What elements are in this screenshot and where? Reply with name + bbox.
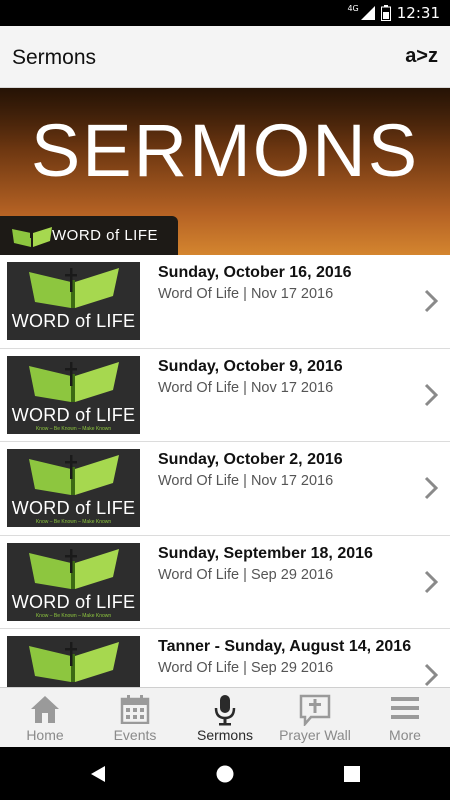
sermon-row[interactable]: WORD of LIFE Tanner - Sunday, August 14,… <box>0 629 450 687</box>
thumbnail-tagline: Know – Be Known – Make Known <box>35 612 112 619</box>
sermon-thumbnail: WORD of LIFE <box>7 262 140 340</box>
sermon-thumbnail: WORD of LIFE Know – Be Known – Make Know… <box>7 542 140 621</box>
chevron-right-icon <box>424 476 438 500</box>
sermon-title: Sunday, October 16, 2016 <box>158 264 352 281</box>
tab-label: Events <box>113 727 157 743</box>
sermon-list[interactable]: WORD of LIFE Sunday, October 16, 2016 Wo… <box>0 255 450 687</box>
status-bar: 4G 12:31 <box>0 0 450 26</box>
sermon-thumbnail: WORD of LIFE Know – Be Known – Make Know… <box>7 355 140 434</box>
signal-icon <box>360 6 375 20</box>
thumbnail-logo-text: WORD of LIFE <box>11 311 136 331</box>
tab-events[interactable]: Events <box>90 688 180 747</box>
bible-logo-icon <box>29 455 119 495</box>
thumbnail-tagline: Know – Be Known – Make Known <box>35 425 112 432</box>
home-circle-icon[interactable] <box>215 764 235 784</box>
bible-logo-icon <box>12 226 52 247</box>
sermon-subtitle: Word Of Life | Nov 17 2016 <box>158 286 334 302</box>
tab-more[interactable]: More <box>360 688 450 747</box>
tab-sermons[interactable]: Sermons <box>180 688 270 747</box>
thumbnail-logo-text: WORD of LIFE <box>11 498 136 518</box>
thumbnail-logo-text: WORD of LIFE <box>11 591 136 612</box>
clock: 12:31 <box>396 4 440 22</box>
sort-az-button[interactable]: a>z <box>405 45 438 68</box>
recents-icon[interactable] <box>343 765 361 783</box>
sermon-row[interactable]: WORD of LIFE Know – Be Known – Make Know… <box>0 442 450 536</box>
banner-series-tag: WORD of LIFE <box>0 216 178 255</box>
chevron-right-icon <box>424 289 438 313</box>
app-bar: Sermons a>z <box>0 26 450 88</box>
thumbnail-tagline: Know – Be Known – Make Known <box>35 519 112 525</box>
tab-label: Sermons <box>196 727 254 743</box>
sermon-subtitle: Word Of Life | Nov 17 2016 <box>158 473 334 489</box>
sermon-subtitle: Word Of Life | Sep 29 2016 <box>158 566 334 583</box>
chevron-right-icon <box>424 663 438 687</box>
tab-prayer-wall[interactable]: Prayer Wall <box>270 688 360 747</box>
tab-home[interactable]: Home <box>0 688 90 747</box>
banner-tag-text: WORD of LIFE <box>52 227 159 244</box>
sermon-subtitle: Word Of Life | Sep 29 2016 <box>158 660 334 676</box>
tab-label: Home <box>26 727 64 743</box>
sermon-title: Sunday, September 18, 2016 <box>158 544 373 562</box>
bible-logo-icon <box>29 642 119 682</box>
sermon-title: Sunday, October 9, 2016 <box>158 357 343 375</box>
network-type: 4G <box>347 3 359 13</box>
bible-logo-icon <box>29 548 119 589</box>
thumbnail-logo-text: WORD of LIFE <box>11 404 136 425</box>
sermon-thumbnail: WORD of LIFE <box>7 636 140 687</box>
menu-icon <box>391 697 419 719</box>
sermon-title: Sunday, October 2, 2016 <box>158 451 343 468</box>
battery-icon <box>380 5 391 21</box>
sermon-title: Tanner - Sunday, August 14, 2016 <box>158 638 412 655</box>
sermon-row[interactable]: WORD of LIFE Sunday, October 16, 2016 Wo… <box>0 255 450 349</box>
bible-logo-icon <box>29 361 119 402</box>
bottom-tab-bar: Home Events Sermons Prayer Wall More <box>0 687 450 747</box>
tab-label: Prayer Wall <box>279 727 351 743</box>
tab-label: More <box>389 727 421 743</box>
page-title: Sermons <box>12 46 97 69</box>
chevron-right-icon <box>424 383 438 406</box>
sermon-subtitle: Word Of Life | Nov 17 2016 <box>158 379 334 396</box>
sermon-row[interactable]: WORD of LIFE Know – Be Known – Make Know… <box>0 348 450 442</box>
chevron-right-icon <box>424 570 438 593</box>
prayer-icon <box>299 694 331 726</box>
back-icon[interactable] <box>89 765 107 783</box>
system-nav-bar <box>0 747 450 800</box>
microphone-icon <box>214 695 236 726</box>
calendar-icon <box>120 695 150 724</box>
banner-title: SERMONS <box>30 109 420 192</box>
sermon-row[interactable]: WORD of LIFE Know – Be Known – Make Know… <box>0 535 450 629</box>
bible-logo-icon <box>29 268 119 308</box>
sermon-thumbnail: WORD of LIFE Know – Be Known – Make Know… <box>7 449 140 527</box>
home-icon <box>31 696 59 723</box>
